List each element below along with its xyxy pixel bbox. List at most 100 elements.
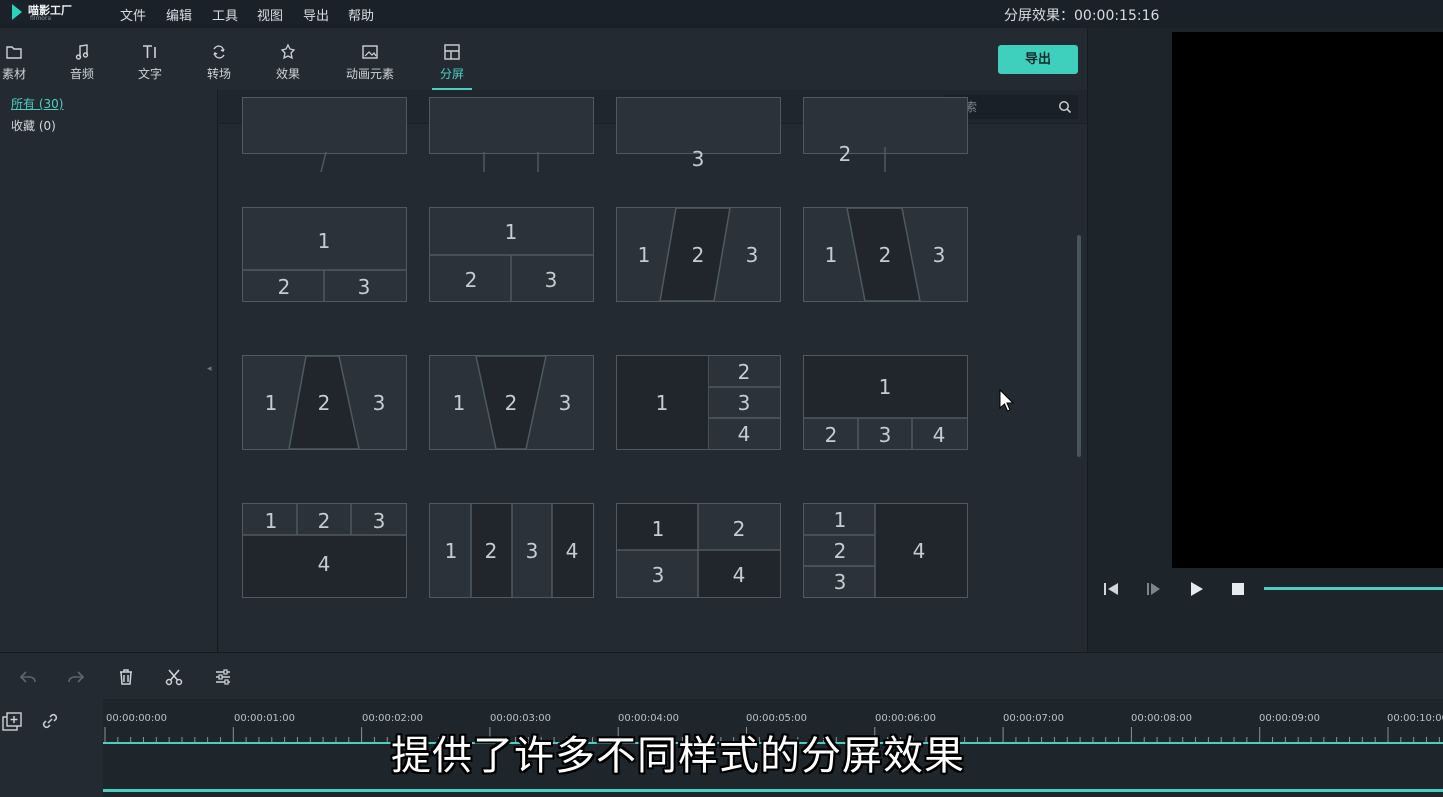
redo-icon[interactable] [66,667,86,687]
ruler-tick-label: 00:00:01:00 [234,713,296,724]
tile-number: 4 [566,539,579,563]
tab-audio[interactable]: 音频 [54,42,110,88]
menu-help[interactable]: 帮助 [348,5,374,24]
tile-number: 1 [453,391,466,415]
tab-audio-label: 音频 [69,67,94,81]
tile-number: 3 [526,539,539,563]
split-template-tile[interactable]: 1 2 3 4 [242,503,407,598]
play-icon[interactable] [1187,580,1205,598]
split-template-tile[interactable]: 1 2 3 [429,207,594,302]
split-template-tile[interactable]: 1 2 3 4 [803,503,968,598]
search-icon[interactable] [1058,100,1072,114]
tile-number: 2 [834,539,847,563]
library-scrollbar[interactable] [1077,235,1081,457]
adjust-icon[interactable] [213,667,233,687]
tile-number: 4 [733,563,746,587]
menu-file[interactable]: 文件 [120,5,146,24]
tile-number: 3 [692,147,705,171]
tab-split-screen-label: 分屏 [439,67,464,81]
category-sidebar: 所有 (30) 收藏 (0) ◂ [0,90,218,652]
menu-export[interactable]: 导出 [303,5,329,24]
delete-icon[interactable] [116,667,136,687]
tile-number: 2 [733,517,746,541]
folder-icon [6,46,22,59]
split-template-tile[interactable]: 1 2 3 [242,355,407,450]
effects-icon [280,43,296,60]
add-track-icon[interactable] [1,711,23,733]
split-template-tile[interactable] [242,97,407,173]
menu-tools[interactable]: 工具 [212,5,238,24]
tile-number: 3 [879,423,892,447]
tile-number: 1 [505,220,518,244]
tile-number: 3 [373,509,386,533]
tile-number: 1 [656,391,669,415]
video-track[interactable] [103,789,1443,792]
tile-number: 2 [825,423,838,447]
transition-icon [213,45,225,59]
split-template-tile[interactable]: 1 2 3 4 [616,503,781,598]
tile-number: 2 [278,275,291,299]
next-frame-icon[interactable] [1144,580,1162,598]
tab-effects-label: 效果 [275,67,300,81]
tab-media-label: 素材 [1,67,26,81]
split-template-tile[interactable]: 1 2 3 [429,355,594,450]
app-logo: 喵影工厂 filmora [8,2,94,24]
split-template-tile[interactable]: 1 2 3 4 [429,503,594,598]
tile-number: 3 [652,563,665,587]
tile-number: 2 [692,243,705,267]
media-toolbar: 素材 音频 文字 转场 效果 动画元素 分屏 [0,28,1087,90]
split-screen-library: 3 2 1 2 3 1 2 3 1 2 3 1 2 3 1 2 3 [219,90,1087,652]
tile-number: 3 [933,243,946,267]
split-template-tile[interactable]: 1 2 3 [616,207,781,302]
split-template-tile[interactable]: 1 2 3 4 [803,355,968,450]
tile-number: 3 [834,570,847,594]
tile-number: 2 [318,391,331,415]
cut-icon[interactable] [164,667,184,687]
preview-screen [1172,32,1443,568]
tile-number: 1 [265,391,278,415]
tab-text-label: 文字 [137,67,162,81]
menu-edit[interactable]: 编辑 [166,5,192,24]
tile-number: 3 [559,391,572,415]
tile-number: 3 [545,268,558,292]
category-favorites[interactable]: 收藏 (0) [11,117,56,134]
export-button[interactable]: 导出 [998,45,1078,74]
tab-media[interactable]: 素材 [0,42,42,88]
split-template-tile[interactable]: 1 2 3 [242,207,407,302]
split-template-tile[interactable]: 2 [803,97,968,172]
tile-number: 1 [879,375,892,399]
split-template-tile[interactable]: 1 2 3 4 [616,355,781,450]
tab-text[interactable]: 文字 [122,42,178,88]
tab-elements-label: 动画元素 [345,67,394,81]
split-screen-icon [444,44,460,60]
tab-transition[interactable]: 转场 [191,42,247,88]
category-all[interactable]: 所有 (30) [11,95,63,112]
undo-icon[interactable] [18,667,38,687]
track-header [0,699,103,797]
tile-number: 2 [318,509,331,533]
menu-view[interactable]: 视图 [257,5,283,24]
collapse-sidebar-icon[interactable]: ◂ [207,364,212,374]
video-subtitle: 提供了许多不同样式的分屏效果 [391,733,965,779]
link-icon[interactable] [40,711,60,731]
tab-split-screen[interactable]: 分屏 [424,42,480,90]
status-readout: 分屏效果：00:00:15:16 [1004,8,1160,24]
stop-icon[interactable] [1229,580,1247,598]
tile-number: 3 [358,275,371,299]
split-template-tile[interactable]: 1 2 3 [803,207,968,302]
tile-number: 1 [265,509,278,533]
tile-number: 4 [738,422,751,446]
tab-elements[interactable]: 动画元素 [338,42,402,88]
tile-number: 3 [738,391,751,415]
tile-number: 2 [485,539,498,563]
split-template-tile[interactable] [429,97,594,172]
tile-number: 2 [505,391,518,415]
playback-slider[interactable] [1264,587,1443,590]
tab-transition-label: 转场 [206,67,231,81]
previous-frame-icon[interactable] [1102,580,1120,598]
text-icon [143,45,156,58]
tab-effects[interactable]: 效果 [260,42,316,88]
ruler-tick-label: 00:00:09:00 [1259,713,1321,724]
ruler-tick-label: 00:00:07:00 [1003,713,1065,724]
split-template-tile[interactable]: 3 [616,97,781,171]
